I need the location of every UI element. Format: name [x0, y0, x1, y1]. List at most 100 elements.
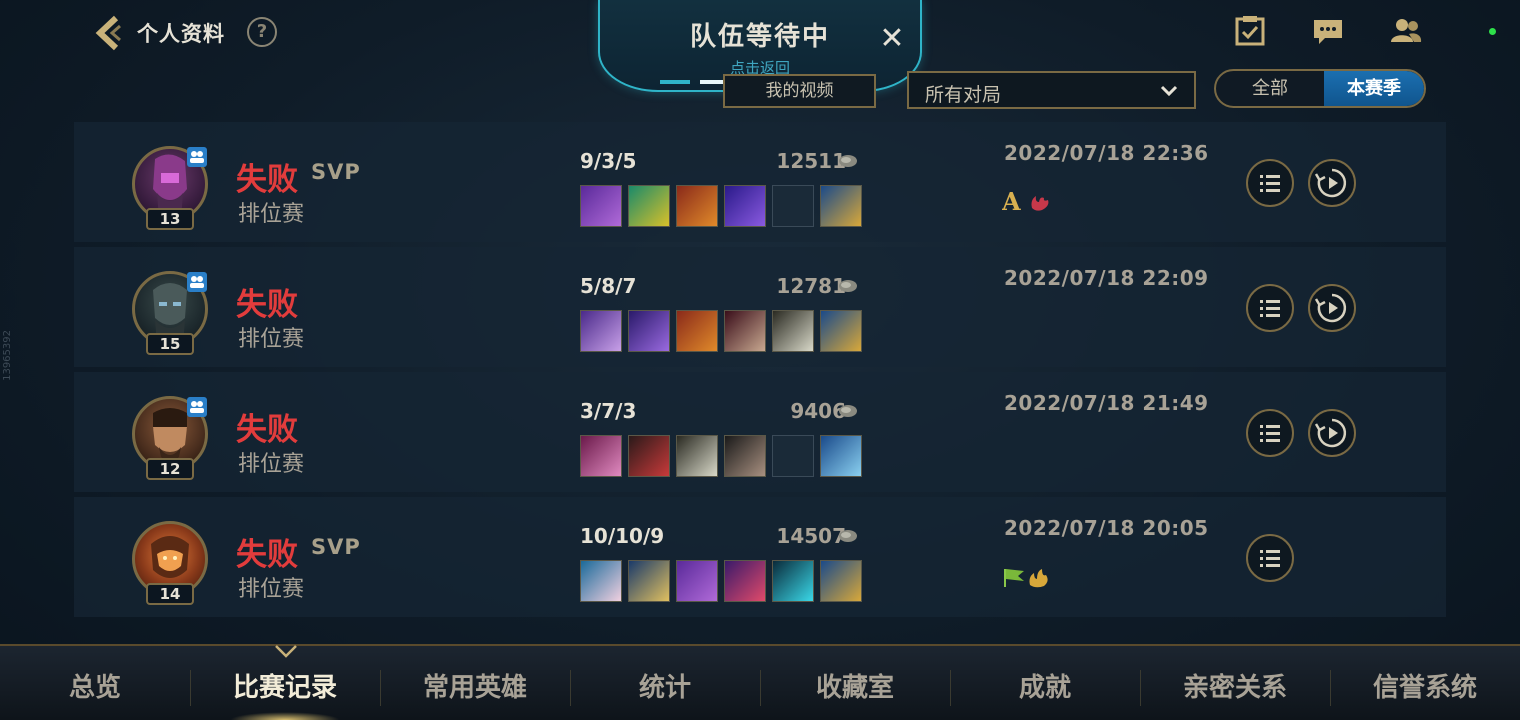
back-arrow-icon [95, 15, 121, 51]
nav-tab-overview[interactable]: 总览 [0, 646, 190, 720]
match-row[interactable]: 15 失败 排位赛 5/8/7 12781 2022/07/18 22:09 [74, 247, 1446, 367]
item-slot[interactable] [724, 310, 766, 352]
season-option-all[interactable]: 全部 [1216, 71, 1324, 106]
gold-flame-icon [1029, 569, 1048, 588]
bottom-navigation: 总览 比赛记录 常用英雄 统计 收藏室 成就 亲密关系 信誉系统 [0, 644, 1520, 720]
gold-earned: 12781 [776, 274, 846, 298]
help-button[interactable]: ? [247, 17, 277, 47]
champion-level-badge: 13 [146, 208, 194, 230]
green-flag-icon [1004, 569, 1024, 587]
match-date: 2022/07/18 21:49 [1004, 391, 1209, 415]
gold-earned: 9406 [790, 399, 846, 423]
item-slot[interactable] [724, 560, 766, 602]
match-details-button[interactable] [1246, 534, 1294, 582]
replay-icon [1314, 418, 1347, 448]
match-details-button[interactable] [1246, 159, 1294, 207]
active-tab-glow [230, 712, 340, 720]
queue-close-button[interactable]: ✕ [878, 24, 906, 54]
item-slot[interactable] [628, 310, 670, 352]
trinket-slot[interactable] [820, 310, 862, 352]
item-slot-empty [772, 435, 814, 477]
nav-tab-stats[interactable]: 统计 [570, 646, 760, 720]
item-slot[interactable] [676, 185, 718, 227]
honor-badges [1002, 563, 1062, 589]
replay-icon [1314, 293, 1347, 323]
item-slot[interactable] [724, 185, 766, 227]
A-rank-icon: A [1001, 187, 1049, 216]
trinket-slot[interactable] [820, 435, 862, 477]
party-icon [187, 272, 207, 292]
friends-icon [1391, 19, 1422, 42]
page-title: 个人资料 [137, 22, 225, 46]
match-row[interactable]: 13 失败 SVP 排位赛 9/3/5 12511 2022/07/18 22:… [74, 122, 1446, 242]
side-id-watermark: 13965392 [2, 330, 13, 381]
replay-button[interactable] [1308, 284, 1356, 332]
item-slot[interactable] [580, 310, 622, 352]
item-slot[interactable] [580, 560, 622, 602]
match-date: 2022/07/18 20:05 [1004, 516, 1209, 540]
trinket-slot[interactable] [820, 560, 862, 602]
gold-coin-icon [839, 405, 857, 417]
champion-level-badge: 12 [146, 458, 194, 480]
item-slot[interactable] [676, 310, 718, 352]
match-details-button[interactable] [1246, 409, 1294, 457]
network-status-indicator [1489, 28, 1496, 35]
item-slot[interactable] [772, 560, 814, 602]
nav-tab-favorite-champions[interactable]: 常用英雄 [380, 646, 570, 720]
friends-button[interactable] [1389, 14, 1423, 48]
party-icon [187, 397, 207, 417]
nav-tab-relationships[interactable]: 亲密关系 [1140, 646, 1330, 720]
item-slot[interactable] [628, 185, 670, 227]
game-mode: 排位赛 [238, 327, 305, 352]
kda: 3/7/3 [580, 399, 637, 423]
task-checklist-button[interactable] [1233, 14, 1267, 48]
season-toggle[interactable]: 全部 本赛季 [1214, 69, 1426, 108]
match-date: 2022/07/18 22:36 [1004, 141, 1209, 165]
gold-earned: 12511 [776, 149, 846, 173]
game-mode: 排位赛 [238, 202, 305, 227]
game-mode: 排位赛 [238, 577, 305, 602]
item-slot[interactable] [772, 310, 814, 352]
item-slot[interactable] [580, 185, 622, 227]
nav-tab-achievements[interactable]: 成就 [950, 646, 1140, 720]
honor-badges: A [1001, 187, 1062, 216]
gold-coin-icon [839, 280, 857, 292]
gold-coin-icon [839, 530, 857, 542]
list-icon [1260, 550, 1280, 567]
chat-button[interactable] [1311, 14, 1345, 48]
clipboard-check-icon [1235, 16, 1265, 46]
season-option-current[interactable]: 本赛季 [1324, 71, 1424, 106]
gold-coin-icon [839, 155, 857, 167]
match-result: 失败 [236, 162, 298, 198]
nav-tab-honor-system[interactable]: 信誉系统 [1330, 646, 1520, 720]
champion-level-badge: 14 [146, 583, 194, 605]
trinket-slot[interactable] [820, 185, 862, 227]
item-slot[interactable] [724, 435, 766, 477]
party-icon [187, 147, 207, 167]
list-icon [1260, 175, 1280, 192]
item-slot[interactable] [628, 435, 670, 477]
item-slot[interactable] [676, 560, 718, 602]
svg-text:A: A [1002, 188, 1021, 214]
game-mode: 排位赛 [238, 452, 305, 477]
red-flame-icon [1031, 196, 1049, 211]
match-type-select[interactable]: 所有对局 [907, 71, 1196, 109]
item-slot-empty [772, 185, 814, 227]
match-details-button[interactable] [1246, 284, 1294, 332]
replay-button[interactable] [1308, 409, 1356, 457]
champion-level-badge: 15 [146, 333, 194, 355]
kda: 10/10/9 [580, 524, 665, 548]
nav-tab-collection[interactable]: 收藏室 [760, 646, 950, 720]
kda: 5/8/7 [580, 274, 637, 298]
chat-bubble-icon [1314, 20, 1342, 44]
chevron-down-icon [1160, 85, 1178, 97]
match-row[interactable]: 12 失败 排位赛 3/7/3 9406 2022/07/18 21:49 [74, 372, 1446, 492]
match-row[interactable]: 14 失败 SVP 排位赛 10/10/9 14507 2022/07/18 2… [74, 497, 1446, 617]
replay-button[interactable] [1308, 159, 1356, 207]
my-videos-button[interactable]: 我的视频 [723, 74, 876, 108]
back-button[interactable] [90, 14, 128, 52]
item-slot[interactable] [628, 560, 670, 602]
item-slot[interactable] [580, 435, 622, 477]
match-result: 失败 [236, 287, 298, 323]
item-slot[interactable] [676, 435, 718, 477]
